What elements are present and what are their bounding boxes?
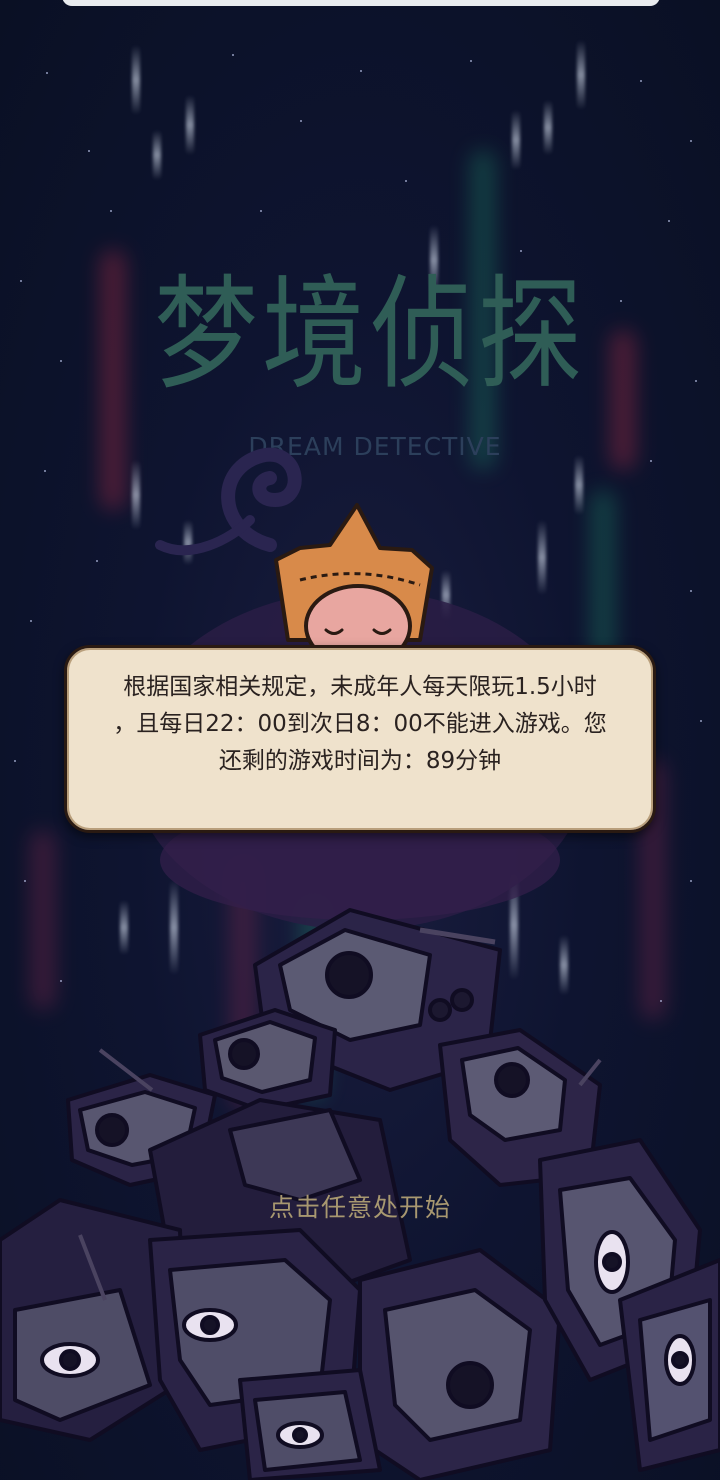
- detective-character-icon: [274, 503, 434, 668]
- tap-to-start-hint[interactable]: 点击任意处开始: [200, 1188, 520, 1224]
- game-splash-screen[interactable]: 梦境侦探 DREAM DETECTIVE 根据国家相关规定，未成年人每天限玩1.…: [0, 0, 720, 1480]
- playtime-notice-dialog: 根据国家相关规定，未成年人每天限玩1.5小时 ，且每日22：00到次日8：00不…: [64, 645, 656, 833]
- playtime-notice-text: 根据国家相关规定，未成年人每天限玩1.5小时 ，且每日22：00到次日8：00不…: [113, 673, 607, 774]
